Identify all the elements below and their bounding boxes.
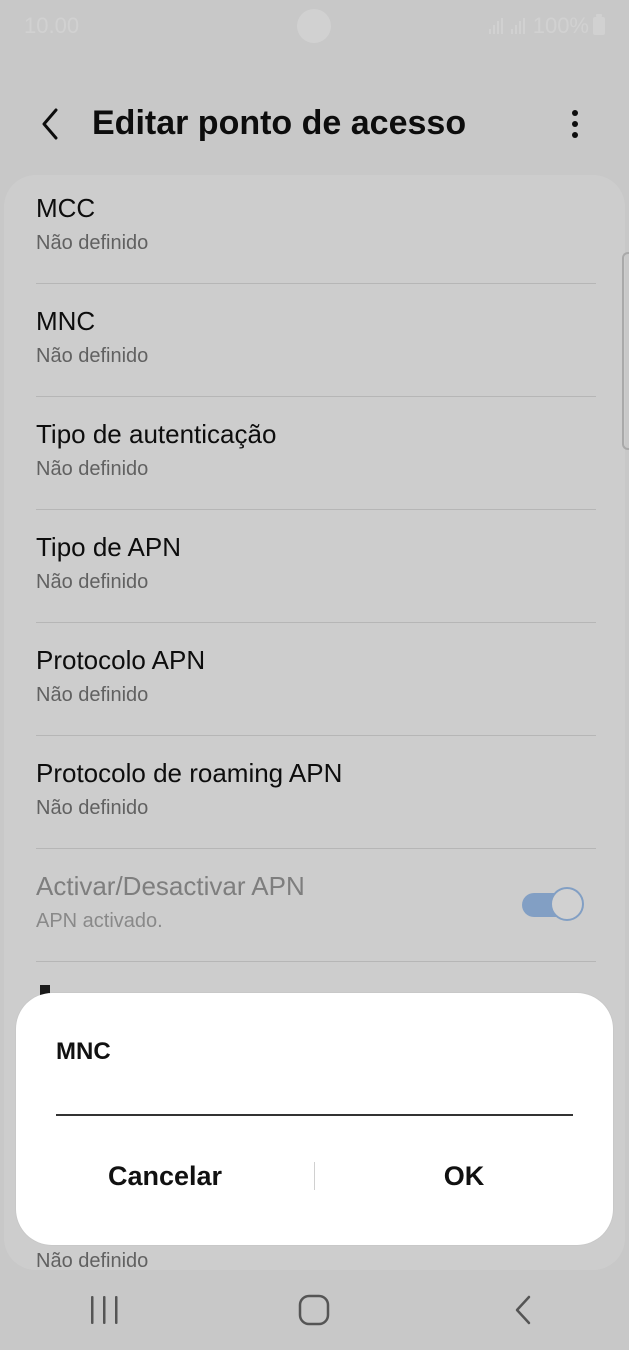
dialog-title: MNC [56, 1038, 111, 1065]
dialog-buttons: Cancelar OK [16, 1143, 613, 1209]
cancel-button[interactable]: Cancelar [16, 1143, 314, 1209]
mnc-input[interactable] [56, 1073, 573, 1116]
mnc-dialog: MNC Cancelar OK [16, 993, 613, 1245]
ok-button[interactable]: OK [315, 1143, 613, 1209]
navigation-bar [0, 1270, 629, 1350]
recent-apps-icon[interactable] [65, 1270, 145, 1350]
back-icon[interactable] [484, 1270, 564, 1350]
home-icon[interactable] [274, 1270, 354, 1350]
